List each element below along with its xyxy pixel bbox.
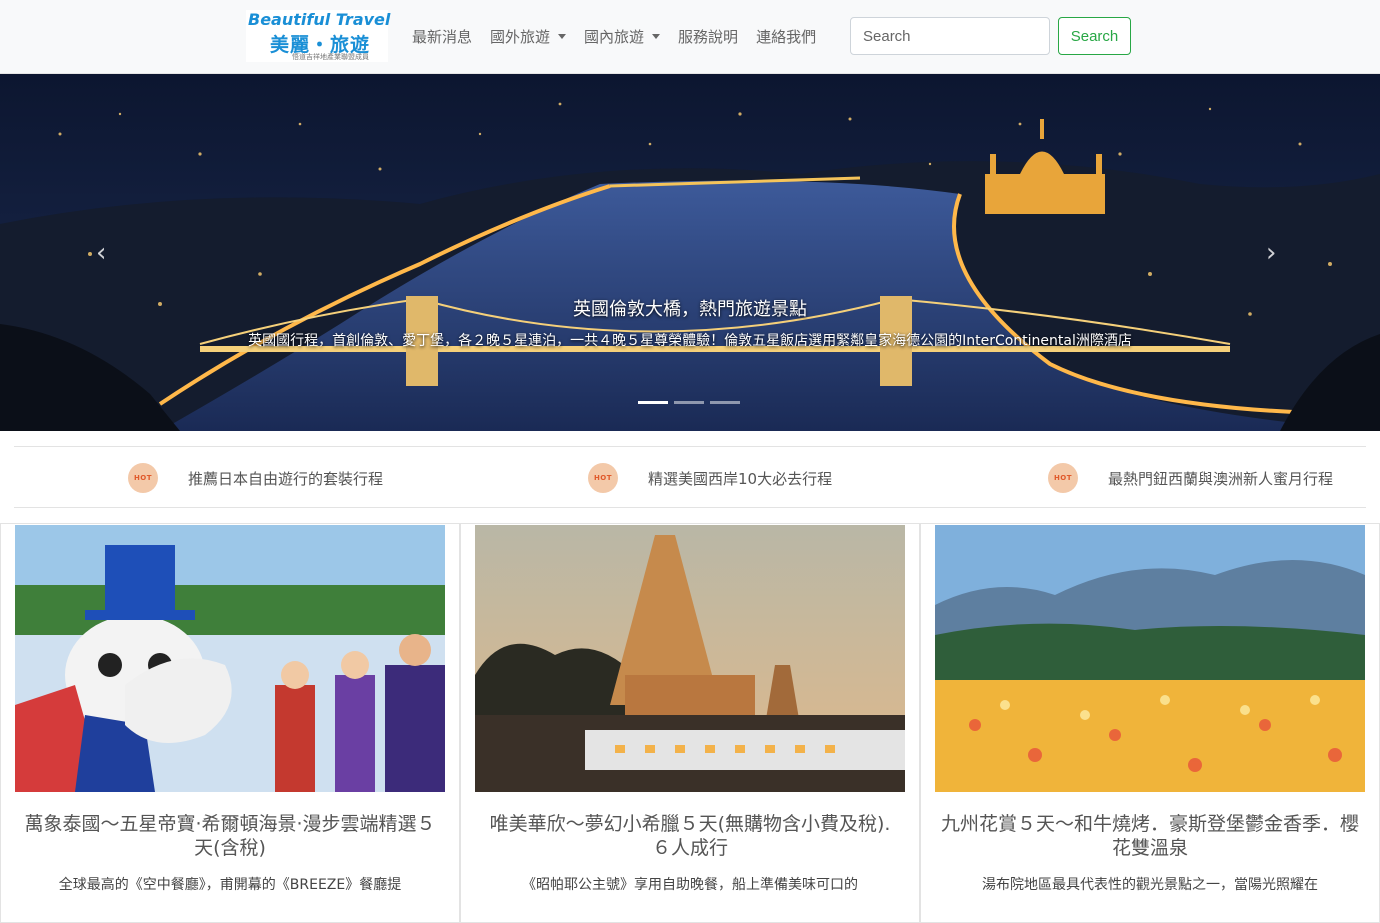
hot-list: HOT 推薦日本自由遊行的套裝行程 HOT 精選美國西岸10大必去行程 HOT … [14,446,1366,508]
logo-tagline: 悟道吉祥地產業聯盟成員 [292,53,369,61]
tour-card[interactable]: 唯美華欣～夢幻小希臘５天(無購物含小費及稅).６人成行 《昭帕耶公主號》享用自助… [460,523,920,923]
tour-card-title[interactable]: 萬象泰國～五星帝寶‧希爾頓海景‧漫步雲端精選５天(含稅) [21,812,439,860]
nav-overseas-label: 國外旅遊 [490,28,551,46]
logo-text-en: Beautiful Travel [248,10,391,29]
hot-item[interactable]: HOT 最熱門鈕西蘭與澳洲新人蜜月行程 [1048,463,1333,493]
tour-card-image[interactable] [15,525,445,792]
chevron-down-icon [652,34,661,39]
hot-badge-icon: HOT [128,463,158,493]
carousel-indicator-2[interactable] [674,401,704,404]
chevron-right-icon: › [1266,238,1277,268]
nav-news-label: 最新消息 [412,28,473,46]
nav-domestic-travel[interactable]: 國內旅遊 [584,26,661,47]
nav-overseas-travel[interactable]: 國外旅遊 [490,26,567,47]
hot-item-text: 精選美國西岸10大必去行程 [648,469,833,488]
hot-item-text: 推薦日本自由遊行的套裝行程 [188,469,384,488]
carousel-prev-button[interactable]: ‹ [96,238,106,268]
search-input[interactable] [850,17,1050,55]
hot-badge-icon: HOT [1048,463,1078,493]
hot-item[interactable]: HOT 推薦日本自由遊行的套裝行程 [128,463,383,493]
main-nav: 最新消息 國外旅遊 國內旅遊 服務說明 連絡我們 [412,26,834,47]
hot-badge-icon: HOT [588,463,618,493]
nav-contact-label: 連絡我們 [756,28,817,46]
carousel-indicator-3[interactable] [710,401,740,404]
navbar: Beautiful Travel 美麗・旅遊 悟道吉祥地產業聯盟成員 最新消息 … [0,0,1380,74]
carousel-next-button[interactable]: › [1266,238,1276,268]
tour-card-desc: 《昭帕耶公主號》享用自助晚餐，船上準備美味可口的 [522,877,858,893]
tour-card-desc: 湯布院地區最具代表性的觀光景點之一，當陽光照耀在 [982,877,1318,893]
carousel-indicators [638,401,740,404]
hot-item[interactable]: HOT 精選美國西岸10大必去行程 [588,463,832,493]
tour-card[interactable]: 萬象泰國～五星帝寶‧希爾頓海景‧漫步雲端精選５天(含稅) 全球最高的《空中餐廳》… [0,523,460,923]
logo[interactable]: Beautiful Travel 美麗・旅遊 悟道吉祥地產業聯盟成員 [246,10,391,62]
hero-image [0,74,1380,431]
chevron-left-icon: ‹ [96,238,107,268]
tour-card-image[interactable] [475,525,905,792]
hero-carousel: ‹ › 英國倫敦大橋，熱門旅遊景點 英國國行程，首創倫敦、愛丁堡，各２晚５星連泊… [0,74,1380,431]
tour-card-image[interactable] [935,525,1365,792]
carousel-caption-title: 英國倫敦大橋，熱門旅遊景點 [573,299,807,320]
nav-domestic-label: 國內旅遊 [584,28,645,46]
carousel-indicator-1[interactable] [638,401,668,404]
tour-card-desc: 全球最高的《空中餐廳》，甫開幕的《BREEZE》餐廳提 [58,877,402,893]
tour-card-title[interactable]: 九州花賞５天～和牛燒烤．豪斯登堡鬱金香季．櫻花雙溫泉 [941,812,1359,860]
hot-item-text: 最熱門鈕西蘭與澳洲新人蜜月行程 [1108,469,1334,488]
tour-card[interactable]: 九州花賞５天～和牛燒烤．豪斯登堡鬱金香季．櫻花雙溫泉 湯布院地區最具代表性的觀光… [920,523,1380,923]
search-button[interactable]: Search [1058,17,1131,55]
carousel-caption-text: 英國國行程，首創倫敦、愛丁堡，各２晚５星連泊，一共４晚５星尊榮體驗！倫敦五星飯店… [248,333,1132,349]
nav-contact[interactable]: 連絡我們 [756,26,816,47]
nav-services[interactable]: 服務說明 [678,26,738,47]
chevron-down-icon [558,34,567,39]
nav-news[interactable]: 最新消息 [412,26,472,47]
nav-services-label: 服務說明 [678,28,739,46]
tour-card-title[interactable]: 唯美華欣～夢幻小希臘５天(無購物含小費及稅).６人成行 [481,812,899,860]
